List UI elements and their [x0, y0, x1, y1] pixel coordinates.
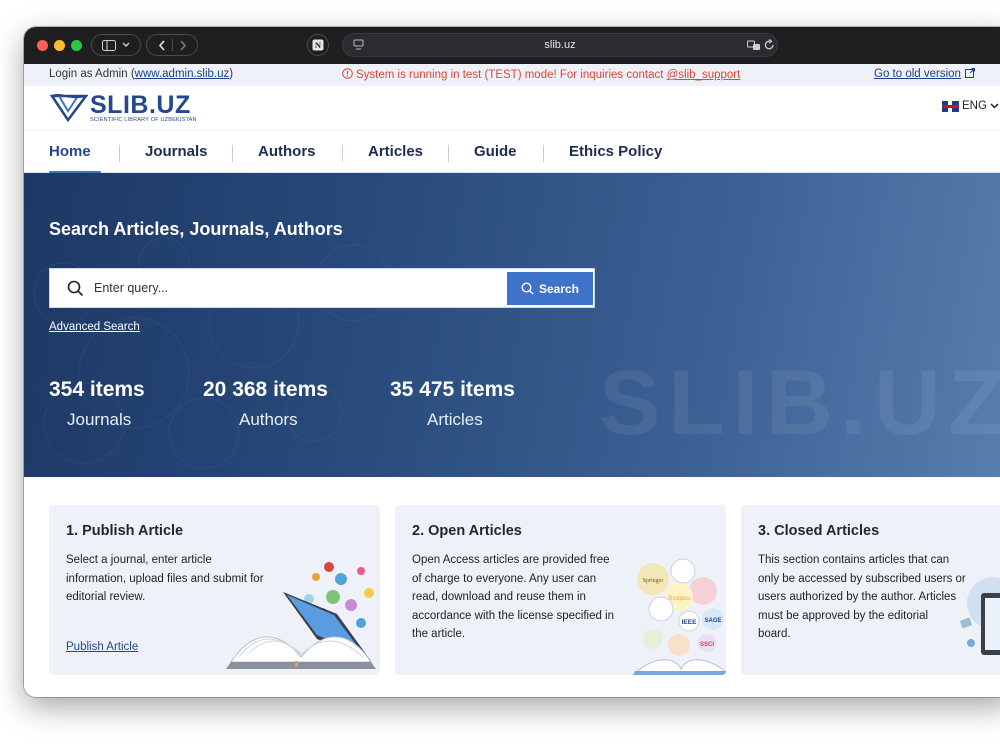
search-button-label: Search	[538, 281, 580, 296]
hero-watermark: SLIB.UZ	[599, 352, 1000, 454]
stat-articles-label[interactable]: Articles	[427, 410, 483, 430]
card-title: 2. Open Articles	[412, 523, 522, 539]
test-mode-warning: System is running in test (TEST) mode! F…	[342, 68, 740, 81]
nav-journals[interactable]: Journals	[145, 143, 208, 160]
search-icon	[521, 282, 534, 295]
card-line: the article.	[412, 628, 466, 640]
site-header: SLIB.UZ SCIENTIFIC LIBRARY OF UZBEKISTAN…	[24, 86, 1000, 130]
nav-separator	[543, 145, 544, 162]
support-contact-link[interactable]: @slib_support	[667, 69, 741, 81]
language-selector[interactable]: ENG	[942, 100, 999, 112]
login-as-admin: Login as Admin (www.admin.slib.uz)	[49, 68, 233, 80]
close-window-button[interactable]	[37, 40, 48, 51]
card-description: This section contains articles that can …	[758, 551, 966, 644]
open-access-illustration: Springer Scopus IEEE SSCI SAGE	[633, 558, 726, 675]
old-version-link-wrap: Go to old version	[874, 68, 975, 80]
hero-search-section: SLIB.UZ Search Articles, Journals, Autho…	[24, 173, 1000, 477]
card-description: Open Access articles are provided free o…	[412, 551, 614, 644]
card-line: users authorized by the author. Articles	[758, 591, 957, 603]
browser-window: N slib.uz Login as Admin (www.admin.slib…	[24, 27, 1000, 697]
nav-authors[interactable]: Authors	[258, 143, 316, 160]
search-icon	[67, 280, 84, 297]
card-open-articles: 2. Open Articles Open Access articles ar…	[395, 505, 726, 675]
extension-button[interactable]: N	[307, 34, 329, 56]
card-line: Open Access articles are provided free	[412, 554, 610, 566]
nav-ethics-policy[interactable]: Ethics Policy	[569, 143, 662, 160]
card-title: 3. Closed Articles	[758, 523, 880, 539]
sidebar-toggle-button[interactable]	[91, 34, 141, 56]
uk-flag-icon	[942, 100, 959, 112]
chevron-down-icon	[990, 103, 999, 109]
card-closed-articles: 3. Closed Articles This section contains…	[741, 505, 1000, 675]
nav-guide[interactable]: Guide	[474, 143, 517, 160]
hero-title: Search Articles, Journals, Authors	[49, 219, 343, 239]
minimize-window-button[interactable]	[54, 40, 65, 51]
ieee-logo: IEEE	[682, 619, 697, 626]
warning-text: System is running in test (TEST) mode! F…	[356, 69, 667, 81]
card-line: board.	[758, 628, 791, 640]
advanced-search-link[interactable]: Advanced Search	[49, 321, 140, 333]
main-nav: Home Journals Authors Articles Guide Eth…	[24, 130, 1000, 174]
chevron-down-icon	[122, 42, 130, 47]
back-icon[interactable]	[158, 39, 166, 51]
forward-icon[interactable]	[179, 39, 187, 51]
search-box: Search	[49, 268, 595, 308]
admin-notice-bar: Login as Admin (www.admin.slib.uz) Syste…	[24, 64, 1000, 86]
external-link-icon	[964, 68, 975, 78]
browser-titlebar: N slib.uz	[24, 27, 1000, 64]
card-line: This section contains articles that can	[758, 554, 950, 566]
reload-icon[interactable]	[764, 39, 775, 51]
history-nav-group	[146, 34, 198, 56]
svg-text:N: N	[315, 40, 322, 50]
ssci-logo: SSCI	[700, 642, 714, 648]
card-line: of charge to everyone. Any user can	[412, 572, 597, 585]
search-input[interactable]	[94, 278, 494, 298]
scopus-logo: Scopus	[668, 595, 690, 602]
card-line: read, download and reuse them in	[412, 591, 586, 603]
book-laptop-illustration	[226, 562, 376, 669]
card-title: 1. Publish Article	[66, 523, 184, 539]
card-line: only be accessed by subscribed users or	[758, 572, 966, 585]
nav-separator	[448, 145, 449, 162]
nav-home[interactable]: Home	[49, 143, 91, 160]
nav-divider	[171, 39, 173, 51]
site-logo[interactable]: SLIB.UZ	[90, 91, 191, 120]
login-prefix: Login as Admin (	[49, 68, 135, 80]
card-publish-article: 1. Publish Article Select a journal, ent…	[49, 505, 380, 675]
old-version-link[interactable]: Go to old version	[874, 68, 961, 80]
sage-logo: SAGE	[704, 618, 721, 624]
url-text: slib.uz	[544, 39, 576, 51]
springer-logo: Springer	[643, 578, 664, 584]
notion-icon: N	[312, 39, 324, 51]
admin-site-link[interactable]: www.admin.slib.uz	[135, 68, 230, 80]
feature-cards-section: 1. Publish Article Select a journal, ent…	[24, 477, 1000, 697]
closed-access-illustration	[959, 577, 1000, 655]
zoom-window-button[interactable]	[71, 40, 82, 51]
stat-articles-count: 35 475 items	[390, 378, 515, 401]
sidebar-icon	[102, 39, 116, 51]
site-logo-subtitle: SCIENTIFIC LIBRARY OF UZBEKISTAN	[90, 117, 197, 123]
slib-logo-icon[interactable]	[50, 92, 88, 122]
nav-articles[interactable]: Articles	[368, 143, 423, 160]
stat-journals-count: 354 items	[49, 378, 145, 401]
nav-separator	[232, 145, 233, 162]
translate-icon[interactable]	[747, 40, 761, 51]
language-label: ENG	[962, 100, 987, 112]
publish-article-link[interactable]: Publish Article	[66, 641, 138, 653]
stat-authors-count: 20 368 items	[203, 378, 328, 401]
stat-authors-label[interactable]: Authors	[239, 410, 298, 430]
card-line: must be approved by the editorial	[758, 609, 929, 622]
stat-journals-label[interactable]: Journals	[67, 410, 131, 430]
card-line: accordance with the license specified in	[412, 609, 615, 622]
info-circle-icon	[342, 68, 353, 79]
address-bar[interactable]: slib.uz	[342, 33, 778, 57]
nav-separator	[119, 145, 120, 162]
nav-separator	[342, 145, 343, 162]
search-button[interactable]: Search	[507, 272, 593, 305]
login-suffix: )	[229, 68, 234, 80]
